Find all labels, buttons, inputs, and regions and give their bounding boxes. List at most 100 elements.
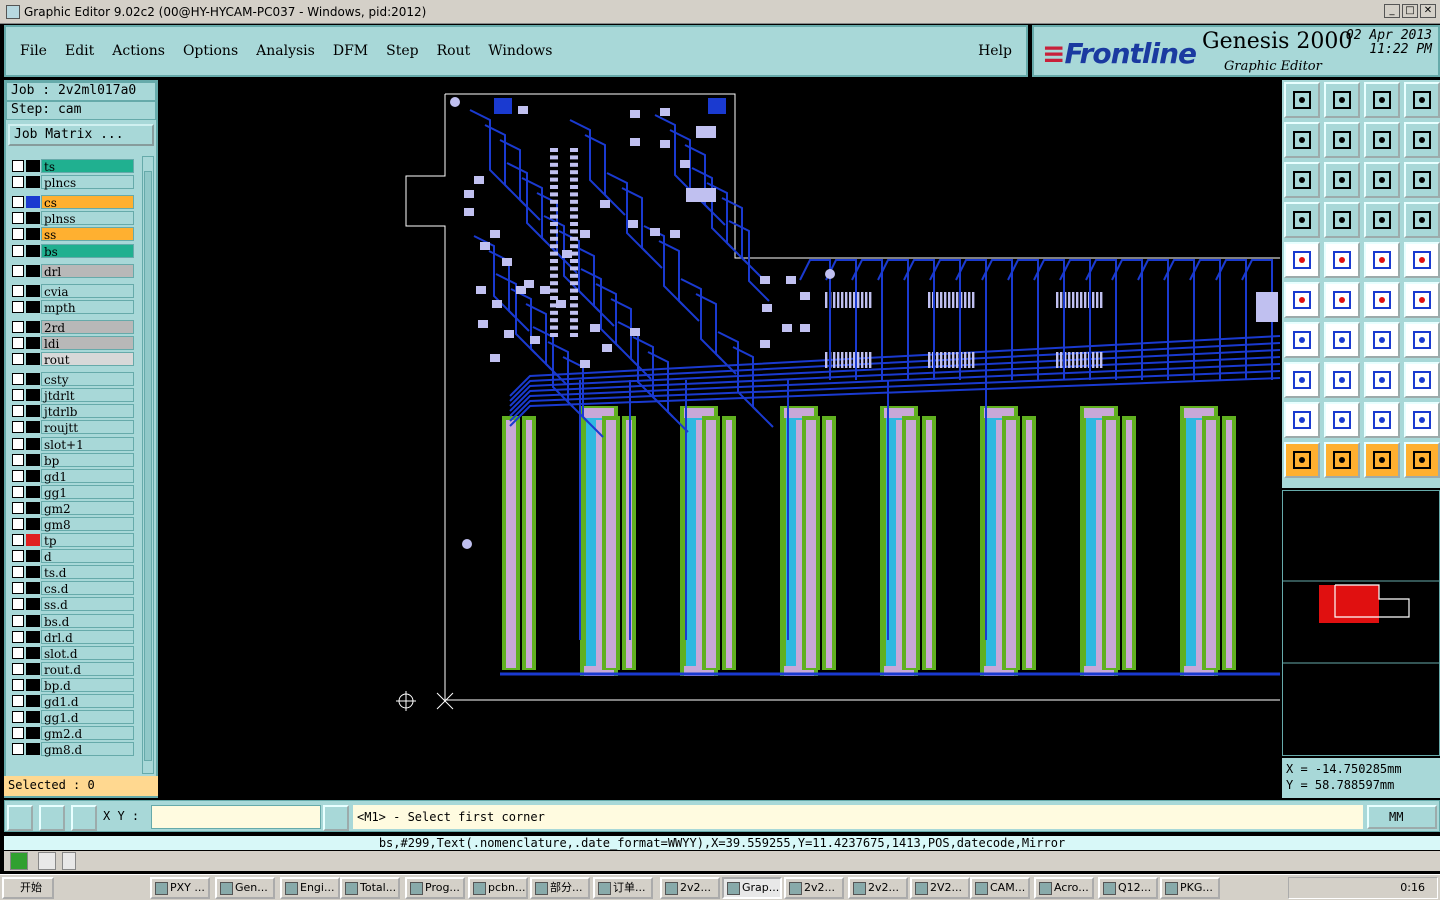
layer-name[interactable]: rout: [41, 352, 134, 367]
layer-checkbox[interactable]: [12, 501, 24, 514]
layer-name[interactable]: rout.d: [41, 661, 134, 677]
graphic-canvas[interactable]: [160, 80, 1318, 798]
measure-icon[interactable]: [39, 805, 65, 831]
layer-name[interactable]: slot+1: [41, 436, 134, 452]
layer-checkbox[interactable]: [12, 614, 24, 627]
layer-checkbox[interactable]: [12, 373, 24, 386]
measure-b-icon[interactable]: [1404, 402, 1440, 438]
layers-alt-icon[interactable]: [1404, 202, 1440, 238]
layer-name[interactable]: slot.d: [41, 645, 134, 661]
layer-row[interactable]: plnss: [10, 210, 134, 226]
layer-checkbox[interactable]: [12, 518, 24, 531]
layer-color-swatch[interactable]: [26, 727, 40, 740]
layer-name[interactable]: bp: [41, 452, 134, 468]
peak-icon[interactable]: [1324, 402, 1360, 438]
select-alt-icon[interactable]: [1364, 442, 1400, 478]
layer-name[interactable]: gd1: [41, 468, 134, 484]
layer-checkbox[interactable]: [12, 550, 24, 563]
units-selector[interactable]: MM: [1367, 805, 1437, 829]
layer-checkbox[interactable]: [12, 566, 24, 579]
layer-checkbox[interactable]: [12, 405, 24, 418]
taskbar-task[interactable]: Total...: [340, 877, 400, 899]
layer-checkbox[interactable]: [12, 662, 24, 675]
layer-row[interactable]: gm2: [10, 500, 134, 516]
taskbar-task[interactable]: Acro...: [1034, 877, 1094, 899]
layer-name[interactable]: bs: [41, 243, 134, 259]
layer-checkbox[interactable]: [12, 469, 24, 482]
layer-color-swatch[interactable]: [26, 264, 40, 277]
layer-checkbox[interactable]: [12, 437, 24, 450]
grid-icon[interactable]: [71, 805, 97, 831]
layer-row[interactable]: cs: [10, 194, 134, 210]
layer-name[interactable]: cs: [41, 195, 134, 210]
zoom-all-icon[interactable]: [1324, 162, 1360, 198]
window-icon[interactable]: [1404, 82, 1440, 118]
layer-name[interactable]: gg1.d: [41, 710, 134, 725]
layer-checkbox[interactable]: [12, 630, 24, 643]
taskbar-task[interactable]: 2v2...: [660, 877, 720, 899]
layer-name[interactable]: 2rd: [41, 319, 134, 335]
layer-color-swatch[interactable]: [26, 550, 40, 563]
layer-checkbox[interactable]: [12, 300, 24, 313]
layer-color-swatch[interactable]: [26, 437, 40, 450]
layer-name[interactable]: roujtt: [41, 420, 134, 435]
line-icon[interactable]: [1404, 282, 1440, 318]
layer-checkbox[interactable]: [12, 353, 24, 366]
taskbar-task[interactable]: 2V2...: [910, 877, 970, 899]
layer-color-swatch[interactable]: [26, 453, 40, 466]
zoom-home-icon[interactable]: [1284, 82, 1320, 118]
layer-row[interactable]: tp: [10, 532, 134, 548]
layer-row[interactable]: bp: [10, 452, 134, 468]
layer-color-swatch[interactable]: [26, 501, 40, 514]
layer-row[interactable]: bp.d: [10, 677, 134, 693]
layer-checkbox[interactable]: [12, 284, 24, 297]
pointer-icon[interactable]: [1284, 442, 1320, 478]
layers-icon[interactable]: [1364, 202, 1400, 238]
question-icon[interactable]: [1404, 162, 1440, 198]
layer-checkbox[interactable]: [12, 228, 24, 241]
layer-row[interactable]: cvia: [10, 283, 134, 299]
layer-row[interactable]: jtdrlb: [10, 403, 134, 419]
layer-name[interactable]: gm2: [41, 500, 134, 516]
layer-name[interactable]: bp.d: [41, 677, 134, 693]
dropdown-icon[interactable]: [62, 852, 76, 870]
layer-checkbox[interactable]: [12, 534, 24, 547]
layer-row[interactable]: roujtt: [10, 419, 134, 435]
layer-color-swatch[interactable]: [26, 469, 40, 482]
layer-color-swatch[interactable]: [26, 485, 40, 498]
layer-checkbox[interactable]: [12, 176, 24, 189]
layer-row[interactable]: gm2.d: [10, 725, 134, 741]
menu-rout[interactable]: Rout: [437, 43, 471, 59]
layer-checkbox[interactable]: [12, 678, 24, 691]
layer-name[interactable]: gg1: [41, 484, 134, 500]
taskbar-task[interactable]: 2v2...: [784, 877, 844, 899]
layer-row[interactable]: gd1.d: [10, 693, 134, 709]
layer-checkbox[interactable]: [12, 320, 24, 333]
arc-icon[interactable]: [1364, 322, 1400, 358]
layer-row[interactable]: plncs: [10, 174, 134, 190]
select-icon[interactable]: [1324, 442, 1360, 478]
layer-name[interactable]: cs.d: [41, 581, 134, 596]
layer-color-swatch[interactable]: [26, 300, 40, 313]
layer-name[interactable]: jtdrlt: [41, 388, 134, 403]
layer-name[interactable]: ldi: [41, 335, 134, 351]
layer-row[interactable]: gg1: [10, 484, 134, 500]
layer-checkbox[interactable]: [12, 160, 24, 173]
layer-color-swatch[interactable]: [26, 695, 40, 708]
copy-icon[interactable]: [1284, 362, 1320, 398]
layer-row[interactable]: drl.d: [10, 629, 134, 645]
tools-icon[interactable]: [1284, 202, 1320, 238]
ruler-icon[interactable]: [1364, 242, 1400, 278]
layer-color-swatch[interactable]: [26, 566, 40, 579]
layer-row[interactable]: 2rd: [10, 319, 134, 335]
layer-row[interactable]: mpth: [10, 299, 134, 315]
layer-checkbox[interactable]: [12, 421, 24, 434]
probe-icon[interactable]: [1324, 202, 1360, 238]
help-icon[interactable]: [38, 852, 56, 870]
pan-left-icon[interactable]: [1284, 122, 1320, 158]
info-icon[interactable]: [323, 805, 349, 831]
layer-name[interactable]: ts: [41, 159, 134, 174]
redo-view-icon[interactable]: [1364, 122, 1400, 158]
menu-step[interactable]: Step: [386, 43, 418, 59]
layer-checkbox[interactable]: [12, 743, 24, 756]
